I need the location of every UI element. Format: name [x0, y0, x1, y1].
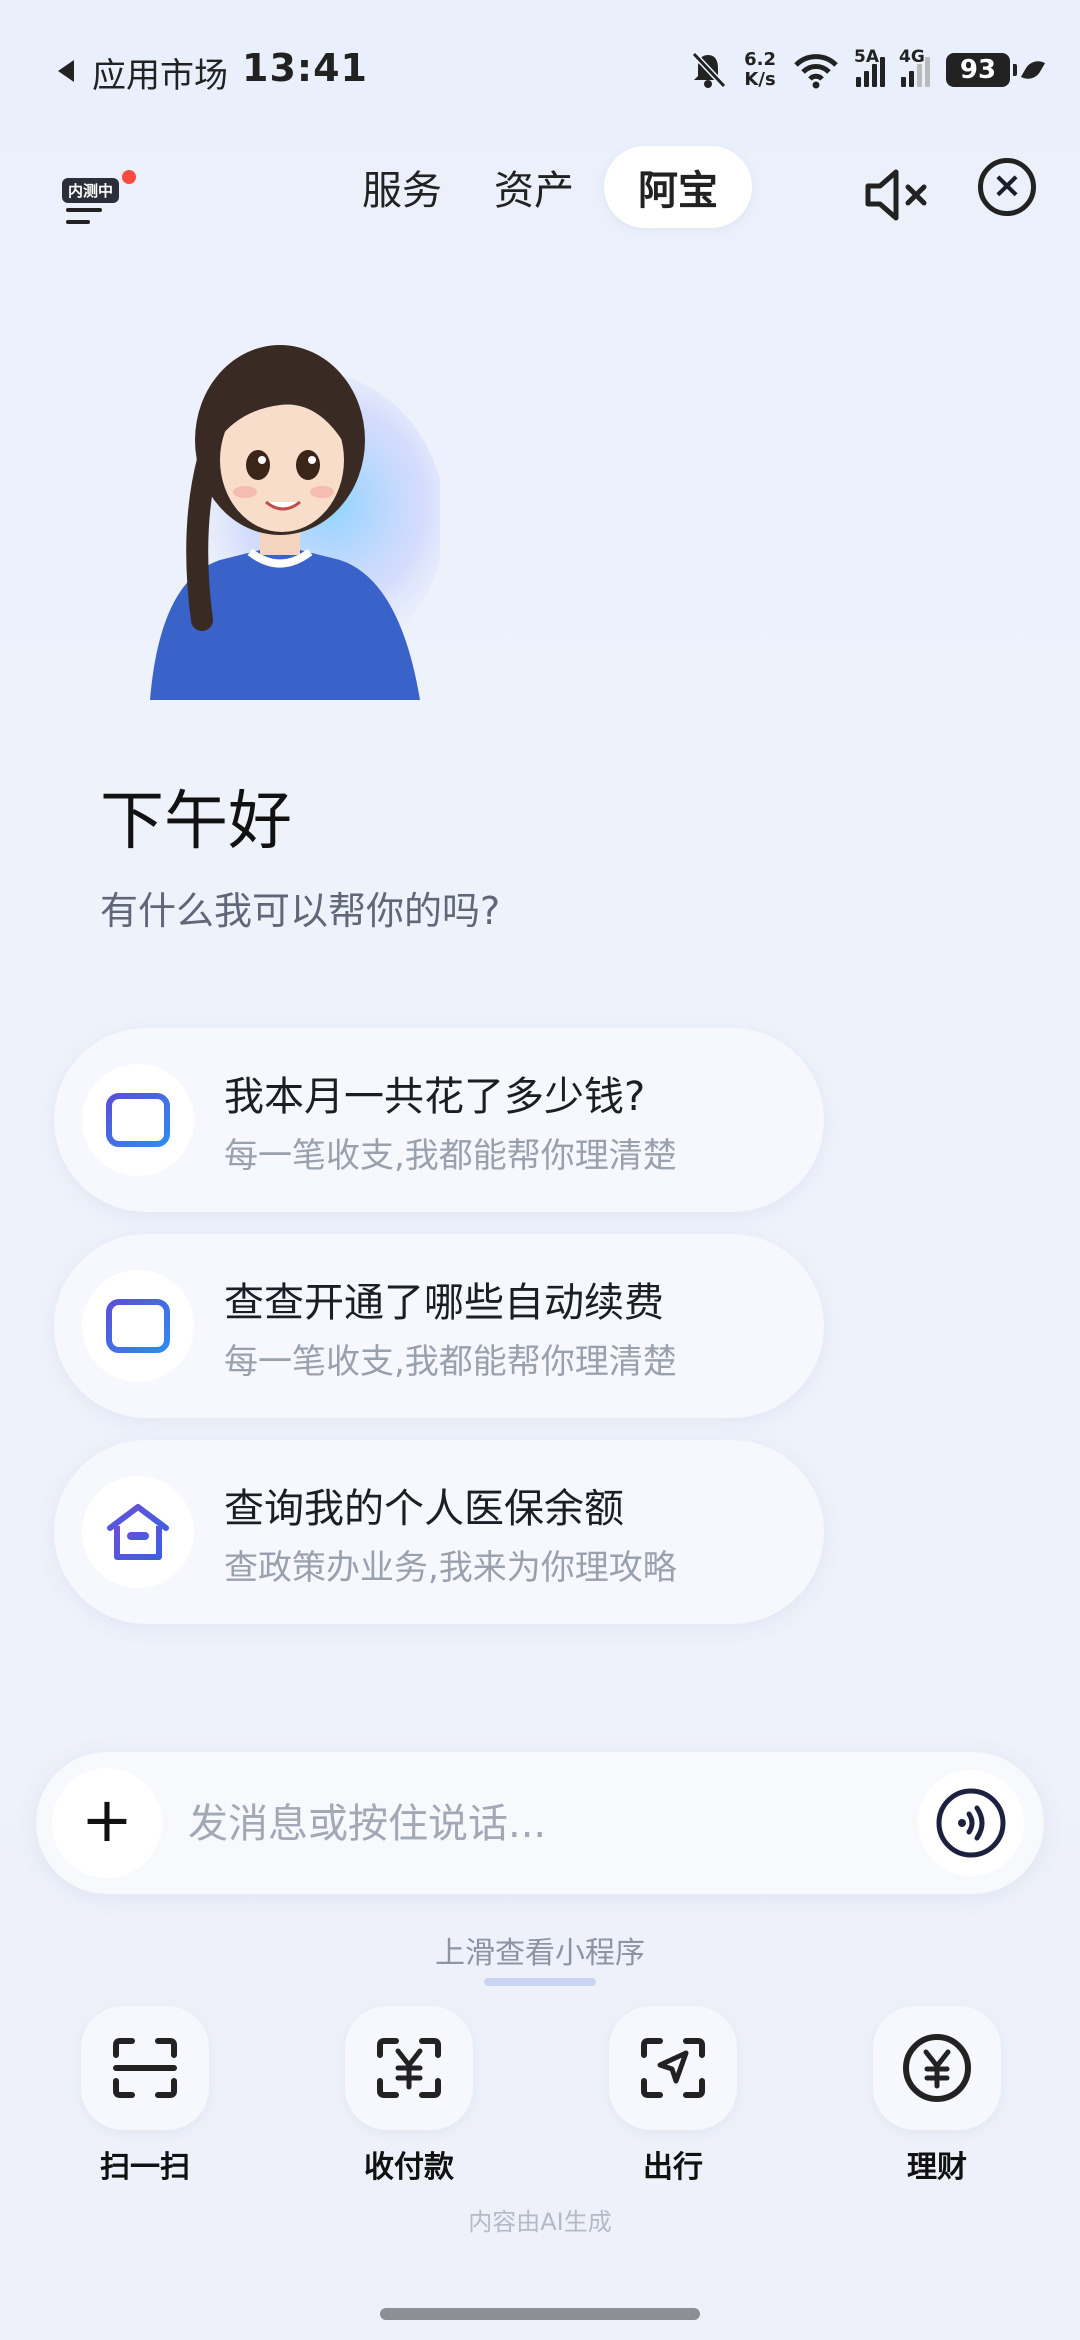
swipe-up-hint: 上滑查看小程序: [435, 1936, 645, 1971]
payment-icon: [345, 2006, 473, 2130]
shortcut-travel[interactable]: 出行: [588, 2006, 758, 2186]
speaker-muted-icon[interactable]: [862, 160, 932, 230]
add-button[interactable]: +: [52, 1768, 162, 1878]
menu-icon: [66, 208, 102, 212]
shortcut-label: 扫一扫: [100, 2150, 190, 2185]
suggestion-card[interactable]: 查查开通了哪些自动续费 每一笔收支,我都能帮你理清楚: [54, 1234, 824, 1418]
shortcut-scan[interactable]: 扫一扫: [60, 2006, 230, 2186]
net-speed-unit: K/s: [744, 69, 776, 90]
suggestion-subtitle: 每一笔收支,我都能帮你理清楚: [224, 1342, 677, 1382]
net-speed-value: 6.2: [744, 49, 776, 70]
shortcut-label: 收付款: [364, 2150, 454, 2185]
signal-sim2-icon: 4G: [899, 47, 930, 87]
voice-wave-icon: [936, 1788, 1006, 1858]
house-icon: [82, 1476, 194, 1588]
back-app-label[interactable]: 应用市场: [92, 48, 228, 97]
message-bar: +: [36, 1752, 1044, 1894]
greeting-subtitle: 有什么我可以帮你的吗?: [100, 889, 501, 933]
net-speed: 6.2 K/s: [744, 50, 776, 90]
suggestion-card[interactable]: 查询我的个人医保余额 查政策办业务,我来为你理攻略: [54, 1440, 824, 1624]
suggestion-title: 我本月一共花了多少钱?: [224, 1074, 646, 1120]
greeting-title: 下午好: [100, 785, 292, 859]
home-indicator[interactable]: [380, 2308, 700, 2320]
close-button[interactable]: ×: [978, 158, 1036, 216]
wifi-icon: [794, 54, 838, 89]
suggestion-list: 我本月一共花了多少钱? 每一笔收支,我都能帮你理清楚 查查开通了哪些自动续费 每…: [54, 1028, 824, 1646]
voice-button[interactable]: [918, 1770, 1024, 1876]
suggestion-title: 查询我的个人医保余额: [224, 1486, 624, 1532]
bell-muted-icon: [691, 51, 727, 89]
suggestion-subtitle: 每一笔收支,我都能帮你理清楚: [224, 1136, 677, 1176]
leaf-icon: [1020, 56, 1046, 84]
menu-button[interactable]: 内测中: [62, 160, 136, 240]
clock: 13:41: [242, 46, 368, 90]
top-header: 内测中 服务 资产 阿宝 ×: [0, 140, 1080, 250]
status-bar: 应用市场 13:41 6.2 K/s 5A 4G 93: [0, 0, 1080, 130]
battery-icon: 93: [946, 53, 1017, 87]
yuan-coin-icon: [873, 2006, 1001, 2130]
navigation-icon: [609, 2006, 737, 2130]
wallet-icon: [82, 1064, 194, 1176]
shortcut-label: 理财: [907, 2150, 967, 2185]
suggestion-card[interactable]: 我本月一共花了多少钱? 每一笔收支,我都能帮你理清楚: [54, 1028, 824, 1212]
suggestion-subtitle: 查政策办业务,我来为你理攻略: [224, 1548, 677, 1588]
shortcut-finance[interactable]: 理财: [852, 2006, 1022, 2186]
menu-icon-line: [66, 220, 90, 224]
message-input[interactable]: [186, 1788, 930, 1860]
tab-bar: 服务 资产 阿宝: [340, 146, 752, 228]
signal-sim1-icon: 5A: [854, 47, 885, 87]
suggestion-title: 查查开通了哪些自动续费: [224, 1280, 664, 1326]
tab-abao[interactable]: 阿宝: [604, 146, 752, 228]
tab-services[interactable]: 服务: [340, 148, 464, 226]
ai-generated-note: 内容由AI生成: [468, 2208, 612, 2236]
swipe-handle[interactable]: [484, 1978, 596, 1986]
wallet-icon: [82, 1270, 194, 1382]
sim2-label: 4G: [899, 47, 925, 67]
shortcut-payment[interactable]: 收付款: [324, 2006, 494, 2186]
assistant-avatar: [150, 345, 440, 700]
status-icons: 6.2 K/s 5A 4G 93: [688, 46, 1046, 94]
shortcut-label: 出行: [643, 2150, 703, 2185]
back-arrow-icon[interactable]: [58, 60, 74, 82]
notification-dot: [122, 170, 136, 184]
scan-icon: [81, 2006, 209, 2130]
tab-assets[interactable]: 资产: [472, 148, 596, 226]
sim1-label: 5A: [854, 47, 879, 67]
beta-badge: 内测中: [62, 178, 120, 203]
